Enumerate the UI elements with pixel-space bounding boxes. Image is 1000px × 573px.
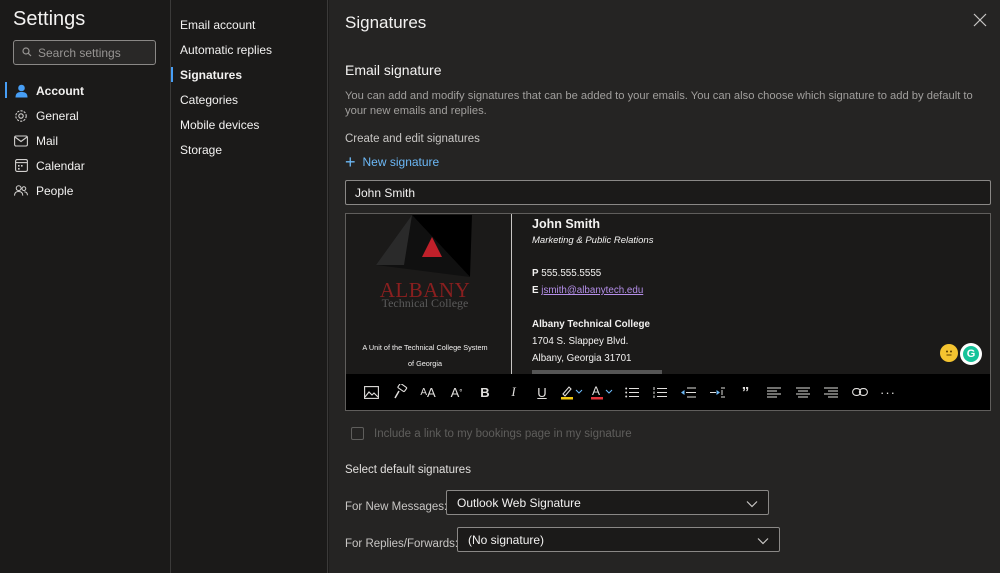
new-messages-value: Outlook Web Signature — [457, 495, 581, 510]
align-right-icon[interactable] — [820, 382, 842, 402]
gear-icon — [14, 109, 28, 123]
new-messages-dropdown[interactable]: Outlook Web Signature — [446, 490, 769, 515]
align-center-icon[interactable] — [792, 382, 814, 402]
insert-picture-icon[interactable] — [360, 382, 382, 402]
italic-icon[interactable]: I — [503, 382, 525, 402]
mail-icon — [14, 134, 28, 148]
insert-link-icon[interactable] — [849, 382, 871, 402]
nav-item-label: Calendar — [36, 158, 85, 173]
nav-item-label: General — [36, 108, 79, 123]
underline-icon[interactable]: U — [531, 382, 553, 402]
numbered-list-icon[interactable] — [649, 382, 671, 402]
grammarly-icon[interactable]: G — [960, 343, 982, 365]
text-effects-icon[interactable]: A ° — [446, 382, 468, 402]
signature-email: E jsmith@albanytech.edu — [532, 285, 643, 296]
create-label: Create and edit signatures — [345, 133, 480, 145]
nav-item-label: People — [36, 183, 74, 198]
unit-line-2: of Georgia — [407, 359, 443, 368]
subnav-item-storage[interactable]: Storage — [171, 137, 327, 162]
bookings-label: Include a link to my bookings page in my… — [374, 427, 632, 440]
bullet-list-icon[interactable] — [621, 382, 643, 402]
signature-address-2: Albany, Georgia 31701 — [532, 353, 632, 364]
signature-content[interactable]: ALBANY Technical College A Unit of the T… — [346, 214, 990, 374]
signature-address-1: 1704 S. Slappey Blvd. — [532, 336, 629, 347]
search-input[interactable]: Search settings — [13, 40, 156, 65]
decrease-indent-icon[interactable] — [678, 382, 700, 402]
subnav-item-automatic-replies[interactable]: Automatic replies — [171, 37, 327, 62]
new-messages-label: For New Messages: — [345, 501, 448, 513]
emoji-icon[interactable] — [940, 344, 958, 362]
nav-item-general[interactable]: General — [0, 103, 170, 128]
account-subnav: Email account Automatic replies Signatur… — [171, 0, 328, 573]
more-options-icon[interactable]: ··· — [877, 382, 899, 402]
search-placeholder: Search settings — [38, 45, 121, 60]
format-painter-icon[interactable] — [389, 382, 411, 402]
replies-value: (No signature) — [468, 532, 545, 547]
email-link[interactable]: jsmith@albanytech.edu — [541, 285, 643, 296]
chevron-down-icon — [757, 534, 769, 548]
replies-dropdown[interactable]: (No signature) — [457, 527, 780, 552]
signature-name: John Smith — [532, 217, 601, 231]
signature-logo-block: ALBANY Technical College A Unit of the T… — [346, 214, 512, 374]
signature-editor[interactable]: ALBANY Technical College A Unit of the T… — [345, 213, 991, 411]
align-left-icon[interactable] — [763, 382, 785, 402]
bold-icon[interactable]: B — [474, 382, 496, 402]
close-button[interactable] — [970, 12, 990, 32]
page-title: Signatures — [345, 13, 427, 32]
increase-indent-icon[interactable] — [706, 382, 728, 402]
email-prefix: E — [532, 285, 539, 296]
new-signature-label: New signature — [362, 155, 440, 169]
logo-subtitle: Technical College — [381, 296, 469, 310]
nav-item-label: Mail — [36, 133, 59, 148]
replies-label: For Replies/Forwards: — [345, 538, 459, 550]
formatting-toolbar: AA A ° B I U A ” ··· — [346, 374, 990, 410]
college-logo-image — [376, 215, 472, 277]
settings-title: Settings — [13, 8, 86, 30]
nav-item-mail[interactable]: Mail — [0, 128, 170, 153]
calendar-icon — [14, 159, 28, 173]
close-icon — [973, 13, 987, 32]
quote-icon[interactable]: ” — [735, 382, 757, 402]
nav-item-label: Account — [36, 83, 84, 98]
person-icon — [14, 84, 28, 98]
search-icon — [22, 44, 32, 62]
chevron-down-icon — [746, 497, 758, 511]
phone-number: 555.555.5555 — [541, 268, 602, 279]
phone-prefix: P — [532, 268, 539, 279]
subnav-item-categories[interactable]: Categories — [171, 87, 327, 112]
signature-company: Albany Technical College — [532, 319, 650, 330]
signature-phone: P 555.555.5555 — [532, 268, 601, 279]
nav-item-people[interactable]: People — [0, 178, 170, 203]
section-title: Email signature — [345, 62, 442, 78]
svg-text:A: A — [592, 384, 600, 398]
bookings-link-option[interactable]: Include a link to my bookings page in my… — [351, 427, 632, 440]
unit-line-1: A Unit of the Technical College System — [362, 343, 488, 352]
plus-icon: + — [345, 152, 356, 172]
font-color-icon[interactable]: A — [590, 382, 614, 402]
people-icon — [14, 184, 28, 198]
font-size-icon[interactable]: AA — [417, 382, 439, 402]
settings-window: Settings Search settings Account General — [0, 0, 1000, 573]
signature-name-input[interactable]: John Smith — [345, 180, 991, 205]
bookings-checkbox[interactable] — [351, 427, 364, 440]
highlight-color-icon[interactable] — [560, 382, 584, 402]
subnav-item-email-account[interactable]: Email account — [171, 12, 327, 37]
subnav-item-signatures[interactable]: Signatures — [171, 62, 327, 87]
signature-info-block: John Smith Marketing & Public Relations … — [532, 214, 932, 374]
settings-nav: Settings Search settings Account General — [0, 0, 171, 573]
new-signature-button[interactable]: + New signature — [345, 152, 440, 172]
nav-item-account[interactable]: Account — [0, 78, 170, 103]
signatures-panel: Signatures Email signature You can add a… — [329, 0, 1000, 573]
default-signatures-title: Select default signatures — [345, 464, 471, 476]
signature-role: Marketing & Public Relations — [532, 235, 654, 246]
subnav-item-mobile-devices[interactable]: Mobile devices — [171, 112, 327, 137]
section-description: You can add and modify signatures that c… — [345, 90, 973, 117]
nav-item-calendar[interactable]: Calendar — [0, 153, 170, 178]
